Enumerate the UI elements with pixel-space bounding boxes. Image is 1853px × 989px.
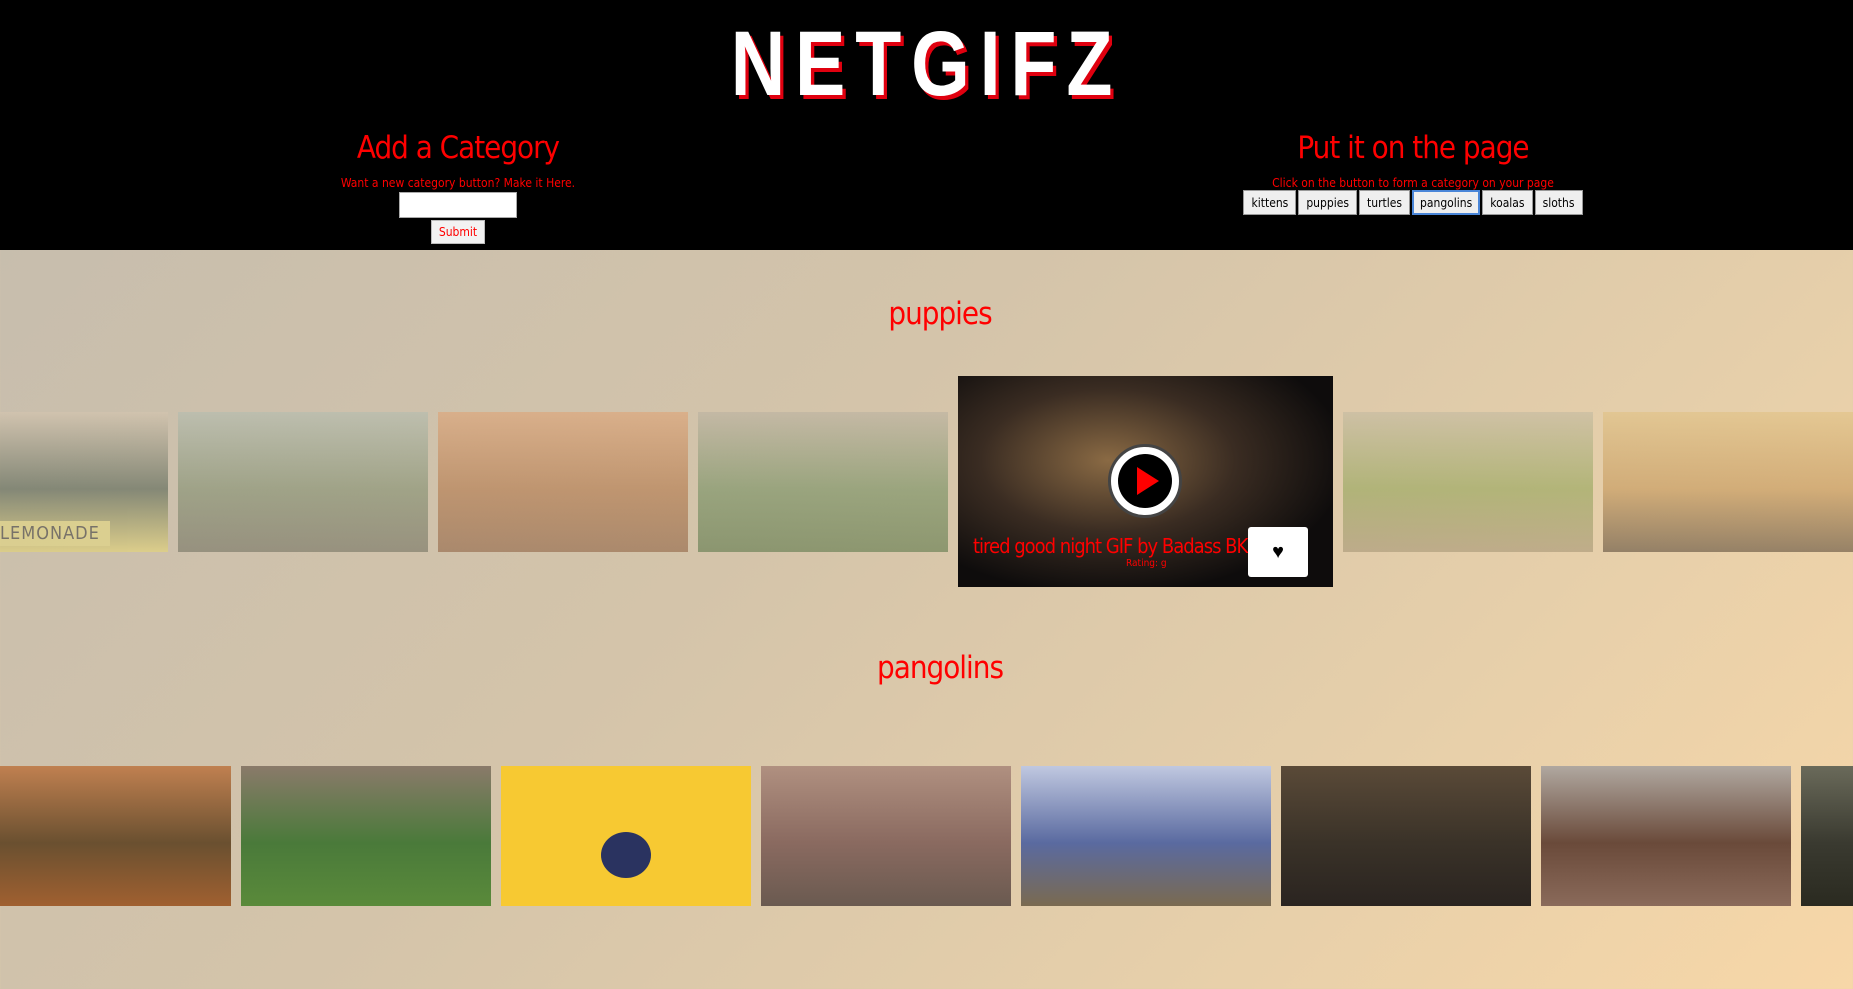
gif-thumbnail[interactable] xyxy=(241,766,491,906)
dot-shape xyxy=(601,832,651,878)
gif-thumbnail[interactable] xyxy=(0,766,231,906)
gif-thumbnail[interactable] xyxy=(1281,766,1531,906)
featured-gif-title: tired good night GIF by Badass BK xyxy=(973,534,1248,558)
heart-icon: ♥ xyxy=(1272,540,1284,563)
category-button-sloths[interactable]: sloths xyxy=(1534,190,1583,215)
gif-thumbnail[interactable] xyxy=(1603,412,1853,552)
category-input[interactable] xyxy=(399,192,517,218)
gif-thumbnail[interactable] xyxy=(1021,766,1271,906)
featured-gif[interactable]: tired good night GIF by Badass BK Rating… xyxy=(958,376,1333,587)
gif-thumbnail[interactable]: LEMONADE xyxy=(0,412,168,552)
gif-thumbnail[interactable] xyxy=(438,412,688,552)
category-button-turtles[interactable]: turtles xyxy=(1359,190,1411,215)
section-title-pangolins: pangolins xyxy=(877,650,1004,686)
category-button-pangolins[interactable]: pangolins xyxy=(1412,190,1481,215)
featured-gif-rating: Rating: g xyxy=(1126,558,1167,569)
category-button-koalas[interactable]: koalas xyxy=(1482,190,1533,215)
site-logo: NETGIFZ xyxy=(730,13,1123,115)
gif-thumbnail[interactable] xyxy=(1541,766,1791,906)
add-category-panel: Add a Category Want a new category butto… xyxy=(300,130,616,244)
gif-thumbnail[interactable] xyxy=(501,766,751,906)
section-title-puppies: puppies xyxy=(888,296,992,332)
site-header: NETGIFZ Add a Category Want a new catego… xyxy=(0,0,1853,250)
put-on-page-heading: Put it on the page xyxy=(1297,130,1529,166)
gif-thumbnail[interactable] xyxy=(761,766,1011,906)
put-on-page-hint: Click on the button to form a category o… xyxy=(1272,176,1554,190)
play-icon[interactable] xyxy=(1108,444,1182,518)
submit-button[interactable]: Submit xyxy=(431,220,485,244)
gif-thumbnail[interactable] xyxy=(1343,412,1593,552)
add-category-heading: Add a Category xyxy=(356,130,560,166)
gif-thumbnail[interactable] xyxy=(178,412,428,552)
thumbnail-caption: LEMONADE xyxy=(0,521,110,546)
gif-thumbnail[interactable] xyxy=(1801,766,1853,906)
gif-thumbnail[interactable] xyxy=(698,412,948,552)
add-category-hint: Want a new category button? Make it Here… xyxy=(340,176,576,190)
favorite-button[interactable]: ♥ xyxy=(1248,527,1308,577)
category-buttons: kittens puppies turtles pangolins koalas… xyxy=(1200,190,1626,215)
put-on-page-panel: Put it on the page Click on the button t… xyxy=(1200,130,1626,215)
category-button-puppies[interactable]: puppies xyxy=(1298,190,1357,215)
category-button-kittens[interactable]: kittens xyxy=(1243,190,1297,215)
